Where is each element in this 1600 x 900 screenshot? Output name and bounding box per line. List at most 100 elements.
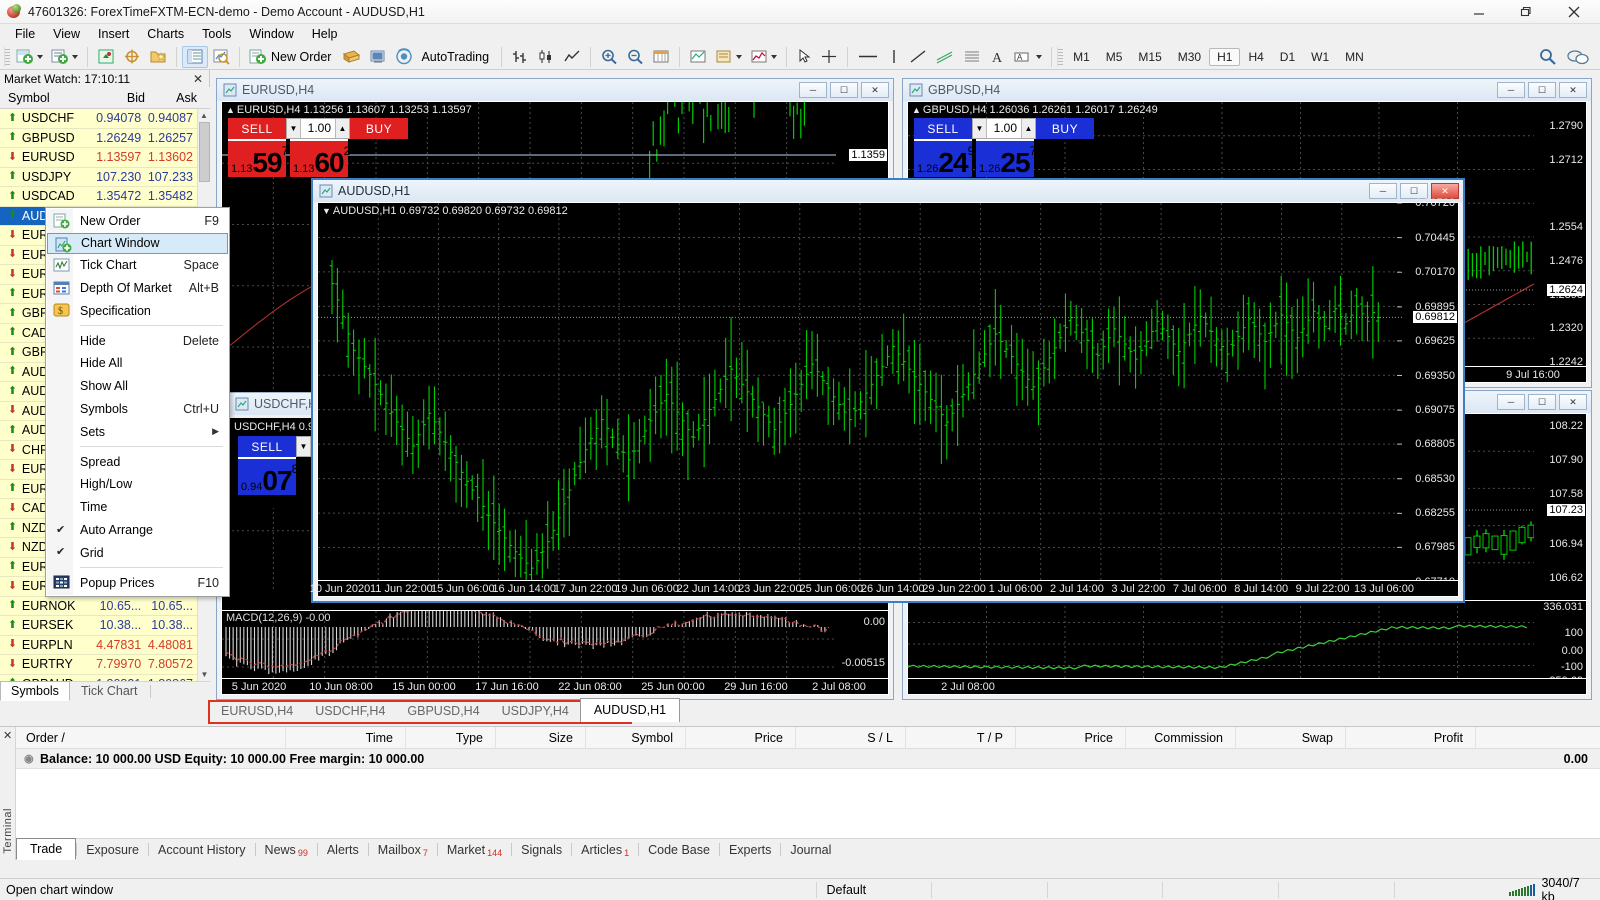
terminal-button[interactable]: [182, 46, 208, 68]
volume-increment-icon[interactable]: ▲: [335, 119, 349, 138]
minimize-button[interactable]: [1456, 0, 1502, 24]
terminal-tab-signals[interactable]: Signals: [512, 840, 571, 860]
chart-restore-button-gbpusd[interactable]: ☐: [1528, 82, 1556, 98]
horizontal-line-tool-button[interactable]: [853, 46, 883, 68]
timeframe-m5[interactable]: M5: [1098, 48, 1131, 66]
context-menu-item-chart-window[interactable]: Chart Window: [47, 233, 228, 254]
terminal-tab-market[interactable]: Market144: [438, 840, 511, 860]
terminal-tab-news[interactable]: News99: [256, 840, 317, 860]
context-menu-item-new-order[interactable]: New OrderF9: [46, 210, 229, 233]
expand-triangle-icon[interactable]: ▼: [322, 206, 331, 216]
navigator-button[interactable]: [119, 46, 145, 68]
buy-button-gbpusd[interactable]: BUY: [1036, 118, 1094, 139]
volume-value-gbpusd[interactable]: 1.00: [987, 119, 1021, 138]
terminal-tab-articles[interactable]: Articles1: [572, 840, 638, 860]
timeframe-m30[interactable]: M30: [1170, 48, 1209, 66]
timeframe-w1[interactable]: W1: [1303, 48, 1337, 66]
chart-window-audusd[interactable]: AUDUSD,H1 ─ ☐ ✕ ▼AUDUSD,H1 0.69732 0.698…: [311, 178, 1465, 603]
market-watch-row[interactable]: ⬆USDCAD1.354721.35482: [0, 187, 197, 207]
market-watch-close-icon[interactable]: ✕: [193, 72, 203, 86]
scroll-up-icon[interactable]: ▲: [198, 109, 210, 122]
terminal-tab-exposure[interactable]: Exposure: [77, 840, 148, 860]
timeframe-grip[interactable]: [1057, 47, 1063, 67]
chart-minimize-button-gbpusd[interactable]: ─: [1497, 82, 1525, 98]
context-menu-item-time[interactable]: Time: [46, 496, 229, 519]
sell-price-eurusd[interactable]: 1.13 59 7: [228, 139, 286, 177]
zoom-out-button[interactable]: [622, 46, 648, 68]
chevron-down-icon[interactable]: [72, 55, 78, 59]
chart-shift-button[interactable]: [648, 46, 674, 68]
profiles-button[interactable]: [47, 46, 82, 68]
column-bid[interactable]: Bid: [93, 91, 145, 105]
context-menu-item-grid[interactable]: ✔Grid: [46, 541, 229, 564]
chart-minimize-button-audusd[interactable]: ─: [1369, 183, 1397, 199]
chart-title-bar-audusd[interactable]: AUDUSD,H1 ─ ☐ ✕: [313, 180, 1463, 202]
time-axis-audusd[interactable]: 10 Jun 202011 Jun 22:0015 Jun 06:0016 Ju…: [318, 580, 1458, 596]
label-tool-button[interactable]: A: [1009, 46, 1046, 68]
new-chart-button[interactable]: [12, 46, 47, 68]
context-menu-item-sets[interactable]: Sets▶: [46, 420, 229, 443]
context-menu-item-hide-all[interactable]: Hide All: [46, 352, 229, 375]
terminal-tab-experts[interactable]: Experts: [720, 840, 780, 860]
terminal-column-s-l[interactable]: S / L: [796, 727, 906, 749]
market-watch-row[interactable]: ⬆USDJPY107.230107.233: [0, 168, 197, 188]
volume-value-eurusd[interactable]: 1.00: [301, 119, 335, 138]
vertical-line-tool-button[interactable]: [883, 46, 905, 68]
context-menu-item-spread[interactable]: Spread: [46, 450, 229, 473]
templates-button[interactable]: [711, 46, 746, 68]
context-menu-item-tick-chart[interactable]: Tick ChartSpace: [46, 254, 229, 277]
menu-window[interactable]: Window: [240, 25, 302, 43]
sell-button-gbpusd[interactable]: SELL: [914, 118, 972, 139]
context-menu-item-show-all[interactable]: Show All: [46, 375, 229, 398]
time-axis-usdjpy[interactable]: 2 Jul 08:00: [908, 678, 1586, 694]
status-profile[interactable]: Default: [816, 882, 932, 898]
indicators-button[interactable]: [746, 46, 781, 68]
chart-tab-usdchf-h4[interactable]: USDCHF,H4: [304, 701, 396, 722]
trendline-tool-button[interactable]: [905, 46, 931, 68]
column-ask[interactable]: Ask: [145, 91, 197, 105]
timeframe-h1[interactable]: H1: [1209, 48, 1240, 66]
menu-view[interactable]: View: [44, 25, 89, 43]
chevron-down-icon[interactable]: [736, 55, 742, 59]
market-watch-button[interactable]: [93, 46, 119, 68]
chart-close-button-usdjpy[interactable]: ✕: [1559, 394, 1587, 410]
scroll-down-icon[interactable]: ▼: [198, 668, 210, 681]
market-watch-row[interactable]: ⬆USDCHF0.940780.94087: [0, 109, 197, 129]
buy-button-eurusd[interactable]: BUY: [350, 118, 408, 139]
menu-charts[interactable]: Charts: [138, 25, 193, 43]
terminal-tab-code-base[interactable]: Code Base: [639, 840, 719, 860]
chart-minimize-button-eurusd[interactable]: ─: [799, 82, 827, 98]
macd-subwindow-usdchf[interactable]: MACD(12,26,9) -0.00 0.00 -0.00515: [222, 610, 888, 678]
autotrading-toggle[interactable]: [391, 46, 417, 68]
terminal-column-price[interactable]: Price: [686, 727, 796, 749]
tab-symbols[interactable]: Symbols: [0, 681, 70, 701]
column-symbol[interactable]: Symbol: [0, 91, 93, 105]
market-watch-row[interactable]: ⬇EURUSD1.135971.13602: [0, 148, 197, 168]
menu-help[interactable]: Help: [303, 25, 347, 43]
chevron-down-icon[interactable]: [771, 55, 777, 59]
context-menu-item-specification[interactable]: $Specification: [46, 299, 229, 322]
strategy-tester-button[interactable]: [208, 46, 234, 68]
menu-tools[interactable]: Tools: [193, 25, 240, 43]
volume-increment-icon[interactable]: ▲: [1021, 119, 1035, 138]
terminal-tab-journal[interactable]: Journal: [781, 840, 840, 860]
collapse-triangle-icon[interactable]: ▲: [226, 105, 235, 115]
terminal-tab-alerts[interactable]: Alerts: [318, 840, 368, 860]
chat-icon[interactable]: [1562, 46, 1594, 68]
chart-tab-usdjpy-h4[interactable]: USDJPY,H4: [491, 701, 580, 722]
line-chart-button[interactable]: [559, 46, 585, 68]
toolbar-grip[interactable]: [4, 47, 10, 67]
volume-decrement-icon[interactable]: ▼: [287, 119, 301, 138]
mql5-community-button[interactable]: [365, 46, 391, 68]
price-axis-gbpusd[interactable]: 1.27901.27121.25541.24761.23981.23201.22…: [1534, 102, 1586, 382]
indicator-canvas-usdjpy[interactable]: [908, 601, 1586, 678]
fibonacci-tool-button[interactable]: [959, 46, 985, 68]
tab-tick-chart[interactable]: Tick Chart: [70, 681, 149, 701]
price-axis-audusd[interactable]: 0.707200.704450.701700.698950.696250.693…: [1402, 203, 1458, 596]
terminal-tab-mailbox[interactable]: Mailbox7: [369, 840, 437, 860]
terminal-column-profit[interactable]: Profit: [1346, 727, 1476, 749]
terminal-column-time[interactable]: Time: [286, 727, 406, 749]
scrollbar-thumb[interactable]: [199, 122, 210, 182]
chart-close-button-gbpusd[interactable]: ✕: [1559, 82, 1587, 98]
equidistant-channel-button[interactable]: [931, 46, 959, 68]
